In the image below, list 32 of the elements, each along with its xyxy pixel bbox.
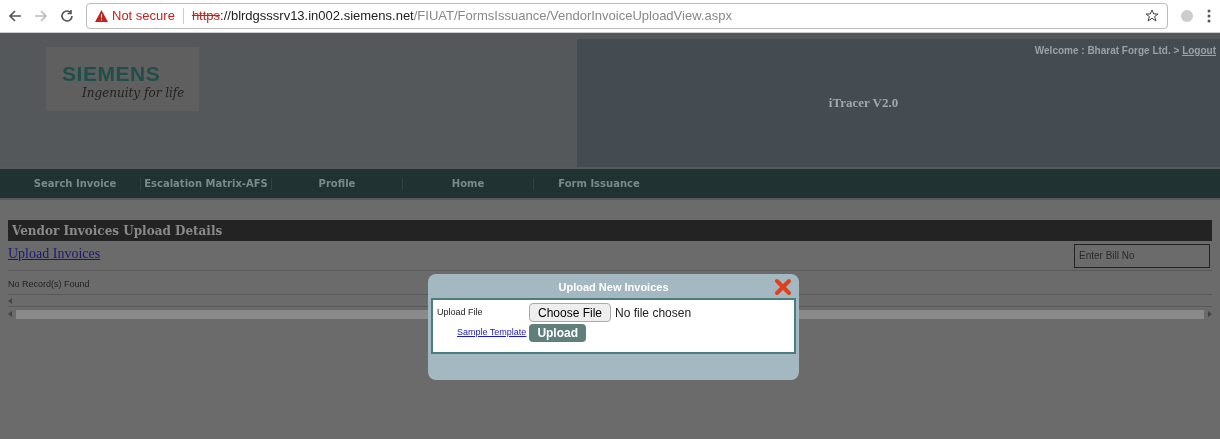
menu-icon[interactable] bbox=[1206, 9, 1212, 23]
file-status: No file chosen bbox=[615, 304, 692, 322]
url-text: https://blrdgsssrv13.in002.siemens.net/FIUAT/FormsIssuance/VendorInvoiceUploadView.aspx bbox=[191, 7, 732, 26]
nav-link[interactable]: Home bbox=[403, 176, 533, 191]
nav-link[interactable]: Form Issuance bbox=[534, 176, 664, 191]
app-title: iTracer V2.0 bbox=[828, 94, 899, 113]
forward-icon[interactable] bbox=[34, 9, 48, 23]
section-header: Vendor Invoices Upload Details bbox=[8, 220, 1212, 241]
nav-link[interactable]: Search Invoice bbox=[10, 176, 140, 191]
upload-file-label: Upload File bbox=[437, 305, 484, 319]
scroll-right-icon[interactable] bbox=[1208, 311, 1212, 317]
dialog-title: Upload New Invoices bbox=[558, 279, 669, 295]
logout-link[interactable]: Logout bbox=[1182, 45, 1216, 56]
upload-invoices-link[interactable]: Upload Invoices bbox=[8, 243, 101, 264]
extension-icon[interactable] bbox=[1180, 9, 1194, 23]
siemens-logo: SIEMENS Ingenuity for life bbox=[46, 47, 199, 111]
choose-file-button[interactable]: Choose File bbox=[529, 303, 612, 322]
nav-link[interactable]: Escalation Matrix-AFS bbox=[141, 176, 271, 191]
welcome-text: Welcome : Bharat Forge Ltd. > bbox=[1034, 45, 1181, 56]
warning-icon bbox=[95, 10, 108, 22]
security-label: Not secure bbox=[112, 7, 175, 26]
reload-icon[interactable] bbox=[60, 9, 74, 23]
upload-button[interactable]: Upload bbox=[529, 324, 587, 342]
back-icon[interactable] bbox=[8, 9, 22, 23]
nav-link[interactable]: Profile bbox=[272, 176, 402, 191]
sample-template-link[interactable]: Sample Template bbox=[457, 326, 527, 340]
close-icon[interactable] bbox=[774, 278, 792, 296]
bill-number-field[interactable]: Enter Bill No bbox=[1074, 243, 1210, 268]
star-icon[interactable] bbox=[1145, 9, 1159, 23]
scroll-left-icon[interactable] bbox=[8, 311, 12, 317]
empty-message: No Record(s) Found bbox=[8, 277, 90, 291]
address-bar[interactable]: Not secure https://blrdgsssrv13.in002.siemens.net/FIUAT/FormsIssuance/VendorInvoiceUploadView.aspx bbox=[86, 3, 1168, 29]
